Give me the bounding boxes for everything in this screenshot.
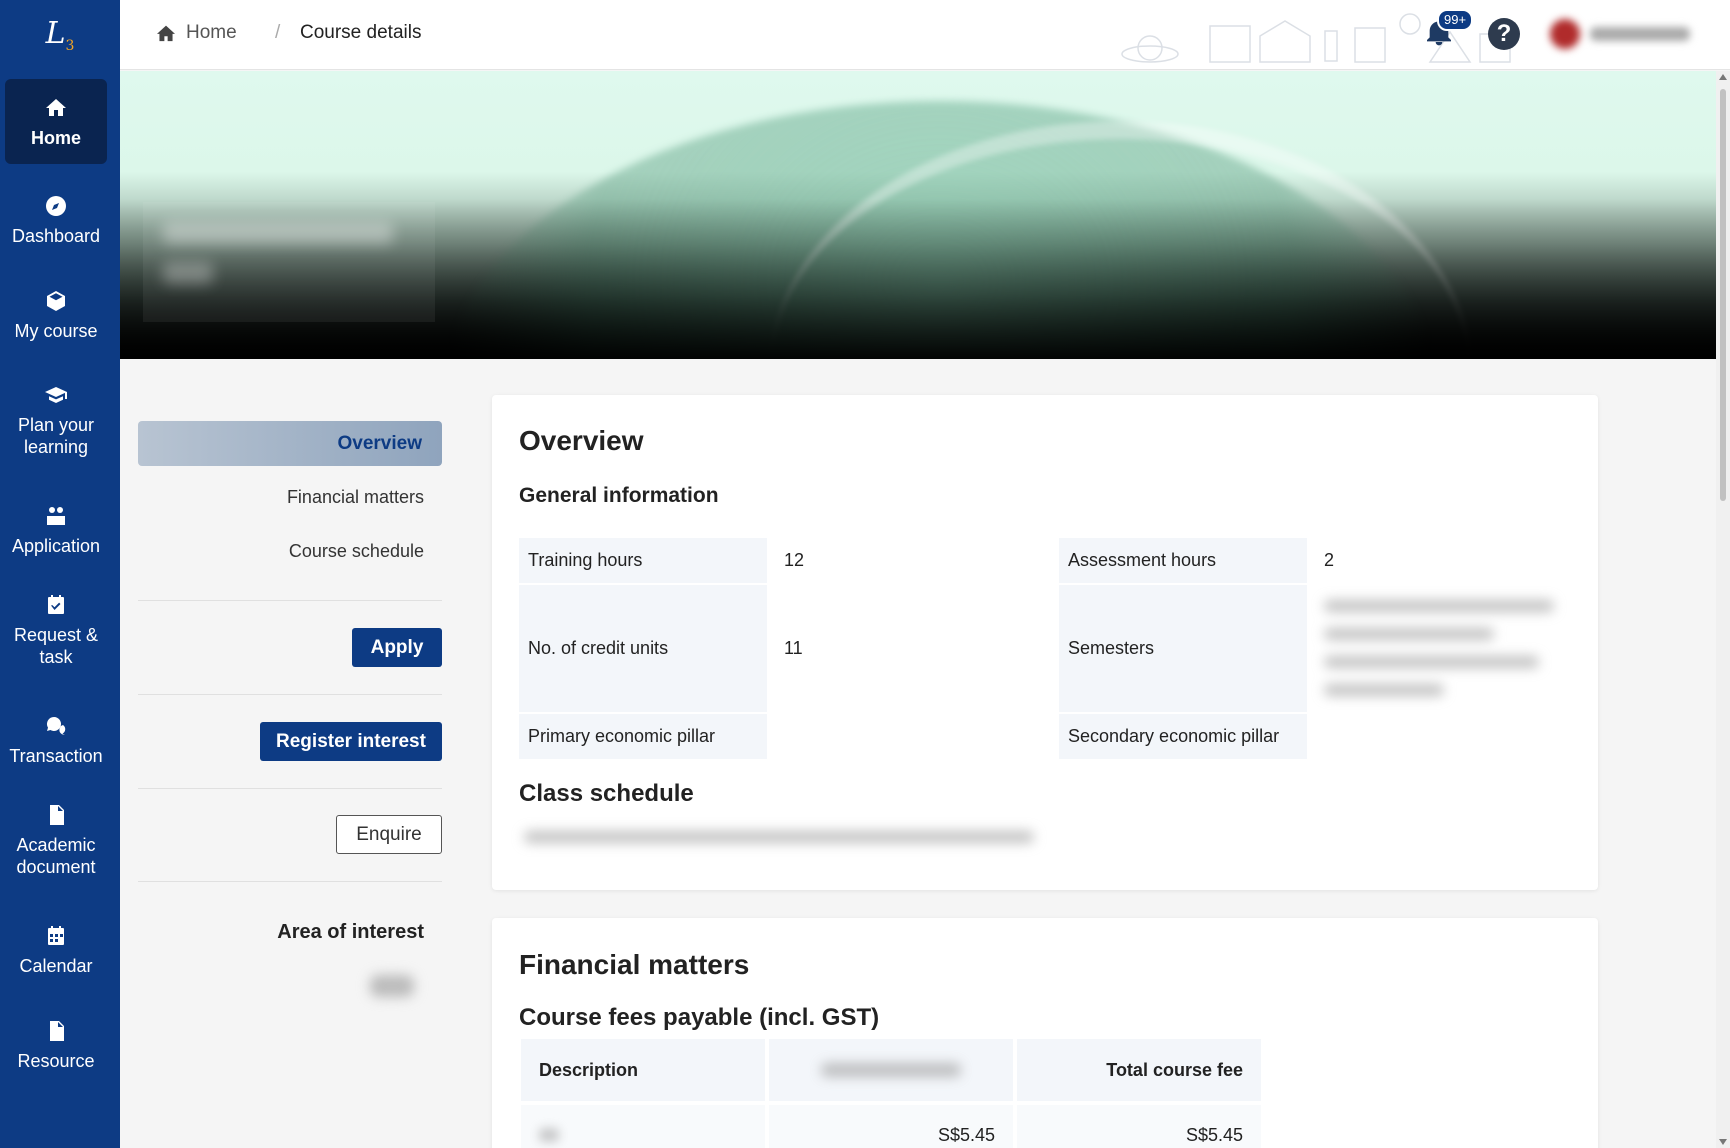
area-of-interest-tag-redacted bbox=[370, 975, 414, 997]
sidebar: L3 Home Dashboard My course Plan your le… bbox=[0, 0, 120, 1148]
register-interest-label: Register interest bbox=[276, 730, 426, 752]
sidebar-item-my-course[interactable]: My course bbox=[5, 275, 107, 355]
help-button[interactable]: ? bbox=[1488, 18, 1520, 50]
sidebar-item-academic-document[interactable]: Academic document bbox=[5, 795, 107, 885]
table-header-description: Description bbox=[521, 1039, 765, 1101]
avatar bbox=[1550, 19, 1580, 49]
sidebar-item-plan-your-learning[interactable]: Plan your learning bbox=[5, 375, 107, 465]
document-icon bbox=[43, 1018, 69, 1044]
subnav-overview-label: Overview bbox=[337, 432, 423, 454]
table-cell-total-fee: S$5.45 bbox=[1017, 1105, 1261, 1148]
sidebar-item-label: Home bbox=[30, 127, 81, 148]
people-icon bbox=[43, 503, 69, 529]
semesters-label: Semesters bbox=[1059, 585, 1307, 712]
subnav-overview[interactable]: Overview bbox=[138, 421, 442, 466]
apply-button-label: Apply bbox=[370, 636, 424, 658]
scroll-thumb[interactable] bbox=[1720, 89, 1726, 501]
calendar-check-icon bbox=[43, 592, 69, 618]
sidebar-item-label: Calendar bbox=[19, 956, 93, 976]
table-cell-fee: S$5.45 bbox=[769, 1105, 1013, 1148]
breadcrumb-home-label: Home bbox=[186, 22, 237, 43]
class-schedule-redacted bbox=[524, 831, 1034, 859]
table-header-total-course-fee: Total course fee bbox=[1017, 1039, 1261, 1101]
course-title-redacted bbox=[143, 202, 435, 322]
divider bbox=[138, 788, 442, 789]
scroll-down-arrow-icon[interactable] bbox=[1719, 1139, 1727, 1145]
notification-count-badge: 99+ bbox=[1437, 9, 1474, 31]
semesters-value-redacted bbox=[1324, 600, 1554, 712]
money-chat-icon bbox=[43, 713, 69, 739]
logo-number: 3 bbox=[65, 38, 75, 54]
sidebar-item-calendar[interactable]: Calendar bbox=[5, 910, 107, 990]
divider bbox=[138, 881, 442, 882]
sidebar-item-label: Academic document bbox=[16, 835, 96, 877]
sidebar-item-label: Dashboard bbox=[11, 226, 101, 246]
breadcrumb-home[interactable]: Home bbox=[156, 22, 237, 44]
calendar-icon bbox=[43, 923, 69, 949]
enquire-label: Enquire bbox=[356, 823, 422, 845]
home-icon bbox=[157, 25, 175, 42]
divider bbox=[138, 600, 442, 601]
home-icon bbox=[43, 95, 69, 121]
sidebar-item-resource[interactable]: Resource bbox=[5, 1005, 107, 1085]
register-interest-button[interactable]: Register interest bbox=[260, 722, 442, 761]
training-hours-value: 12 bbox=[784, 550, 805, 570]
course-fees-title: Course fees payable (incl. GST) bbox=[519, 1004, 880, 1031]
sidebar-item-label: Request & task bbox=[13, 625, 99, 667]
breadcrumb-current: Course details bbox=[300, 22, 422, 43]
sidebar-item-label: Plan your learning bbox=[17, 415, 95, 457]
divider bbox=[138, 694, 442, 695]
sidebar-item-dashboard[interactable]: Dashboard bbox=[5, 180, 107, 260]
table-cell-description-redacted bbox=[521, 1105, 765, 1148]
course-banner bbox=[120, 71, 1716, 359]
financial-card: Financial matters Course fees payable (i… bbox=[492, 918, 1598, 1148]
user-profile-menu[interactable] bbox=[1550, 16, 1700, 52]
subnav-course-schedule[interactable]: Course schedule bbox=[289, 541, 424, 562]
area-of-interest-title: Area of interest bbox=[277, 921, 424, 943]
sidebar-item-request-task[interactable]: Request & task bbox=[5, 585, 107, 675]
graduation-cap-icon bbox=[43, 382, 69, 408]
sidebar-item-label: Transaction bbox=[9, 746, 103, 766]
assessment-hours-label: Assessment hours bbox=[1059, 538, 1307, 583]
primary-pillar-label: Primary economic pillar bbox=[519, 714, 767, 759]
overview-title: Overview bbox=[519, 425, 644, 456]
app-logo[interactable]: L3 bbox=[0, 0, 120, 70]
scroll-up-arrow-icon[interactable] bbox=[1719, 74, 1727, 80]
breadcrumb-separator: / bbox=[275, 22, 281, 43]
sidebar-item-label: Resource bbox=[17, 1051, 95, 1071]
secondary-pillar-label: Secondary economic pillar bbox=[1059, 714, 1307, 759]
table-header-redacted bbox=[769, 1039, 1013, 1101]
apply-button[interactable]: Apply bbox=[352, 628, 442, 667]
logo-letter: L bbox=[45, 16, 66, 51]
credit-units-value: 11 bbox=[784, 638, 803, 658]
pdf-file-icon bbox=[43, 802, 69, 828]
general-information-title: General information bbox=[519, 484, 719, 507]
class-schedule-title: Class schedule bbox=[519, 780, 694, 807]
cube-icon bbox=[43, 288, 69, 314]
sidebar-item-transaction[interactable]: Transaction bbox=[5, 700, 107, 780]
sidebar-item-label: My course bbox=[14, 321, 98, 341]
question-icon: ? bbox=[1496, 20, 1512, 47]
page-scrollbar[interactable] bbox=[1716, 71, 1730, 1148]
training-hours-label: Training hours bbox=[519, 538, 767, 583]
subnav-financial-matters[interactable]: Financial matters bbox=[287, 487, 424, 508]
credit-units-label: No. of credit units bbox=[519, 585, 767, 712]
financial-matters-title: Financial matters bbox=[519, 949, 750, 980]
sidebar-item-application[interactable]: Application bbox=[5, 490, 107, 570]
top-header: Home / Course details 99+ ? bbox=[120, 0, 1730, 70]
compass-icon bbox=[43, 193, 69, 219]
overview-card: Overview General information Training ho… bbox=[492, 395, 1598, 890]
user-name-redacted bbox=[1590, 27, 1690, 41]
sidebar-item-label: Application bbox=[11, 536, 101, 556]
sidebar-item-home[interactable]: Home bbox=[5, 79, 107, 164]
assessment-hours-value: 2 bbox=[1324, 550, 1335, 570]
enquire-button[interactable]: Enquire bbox=[336, 815, 442, 854]
